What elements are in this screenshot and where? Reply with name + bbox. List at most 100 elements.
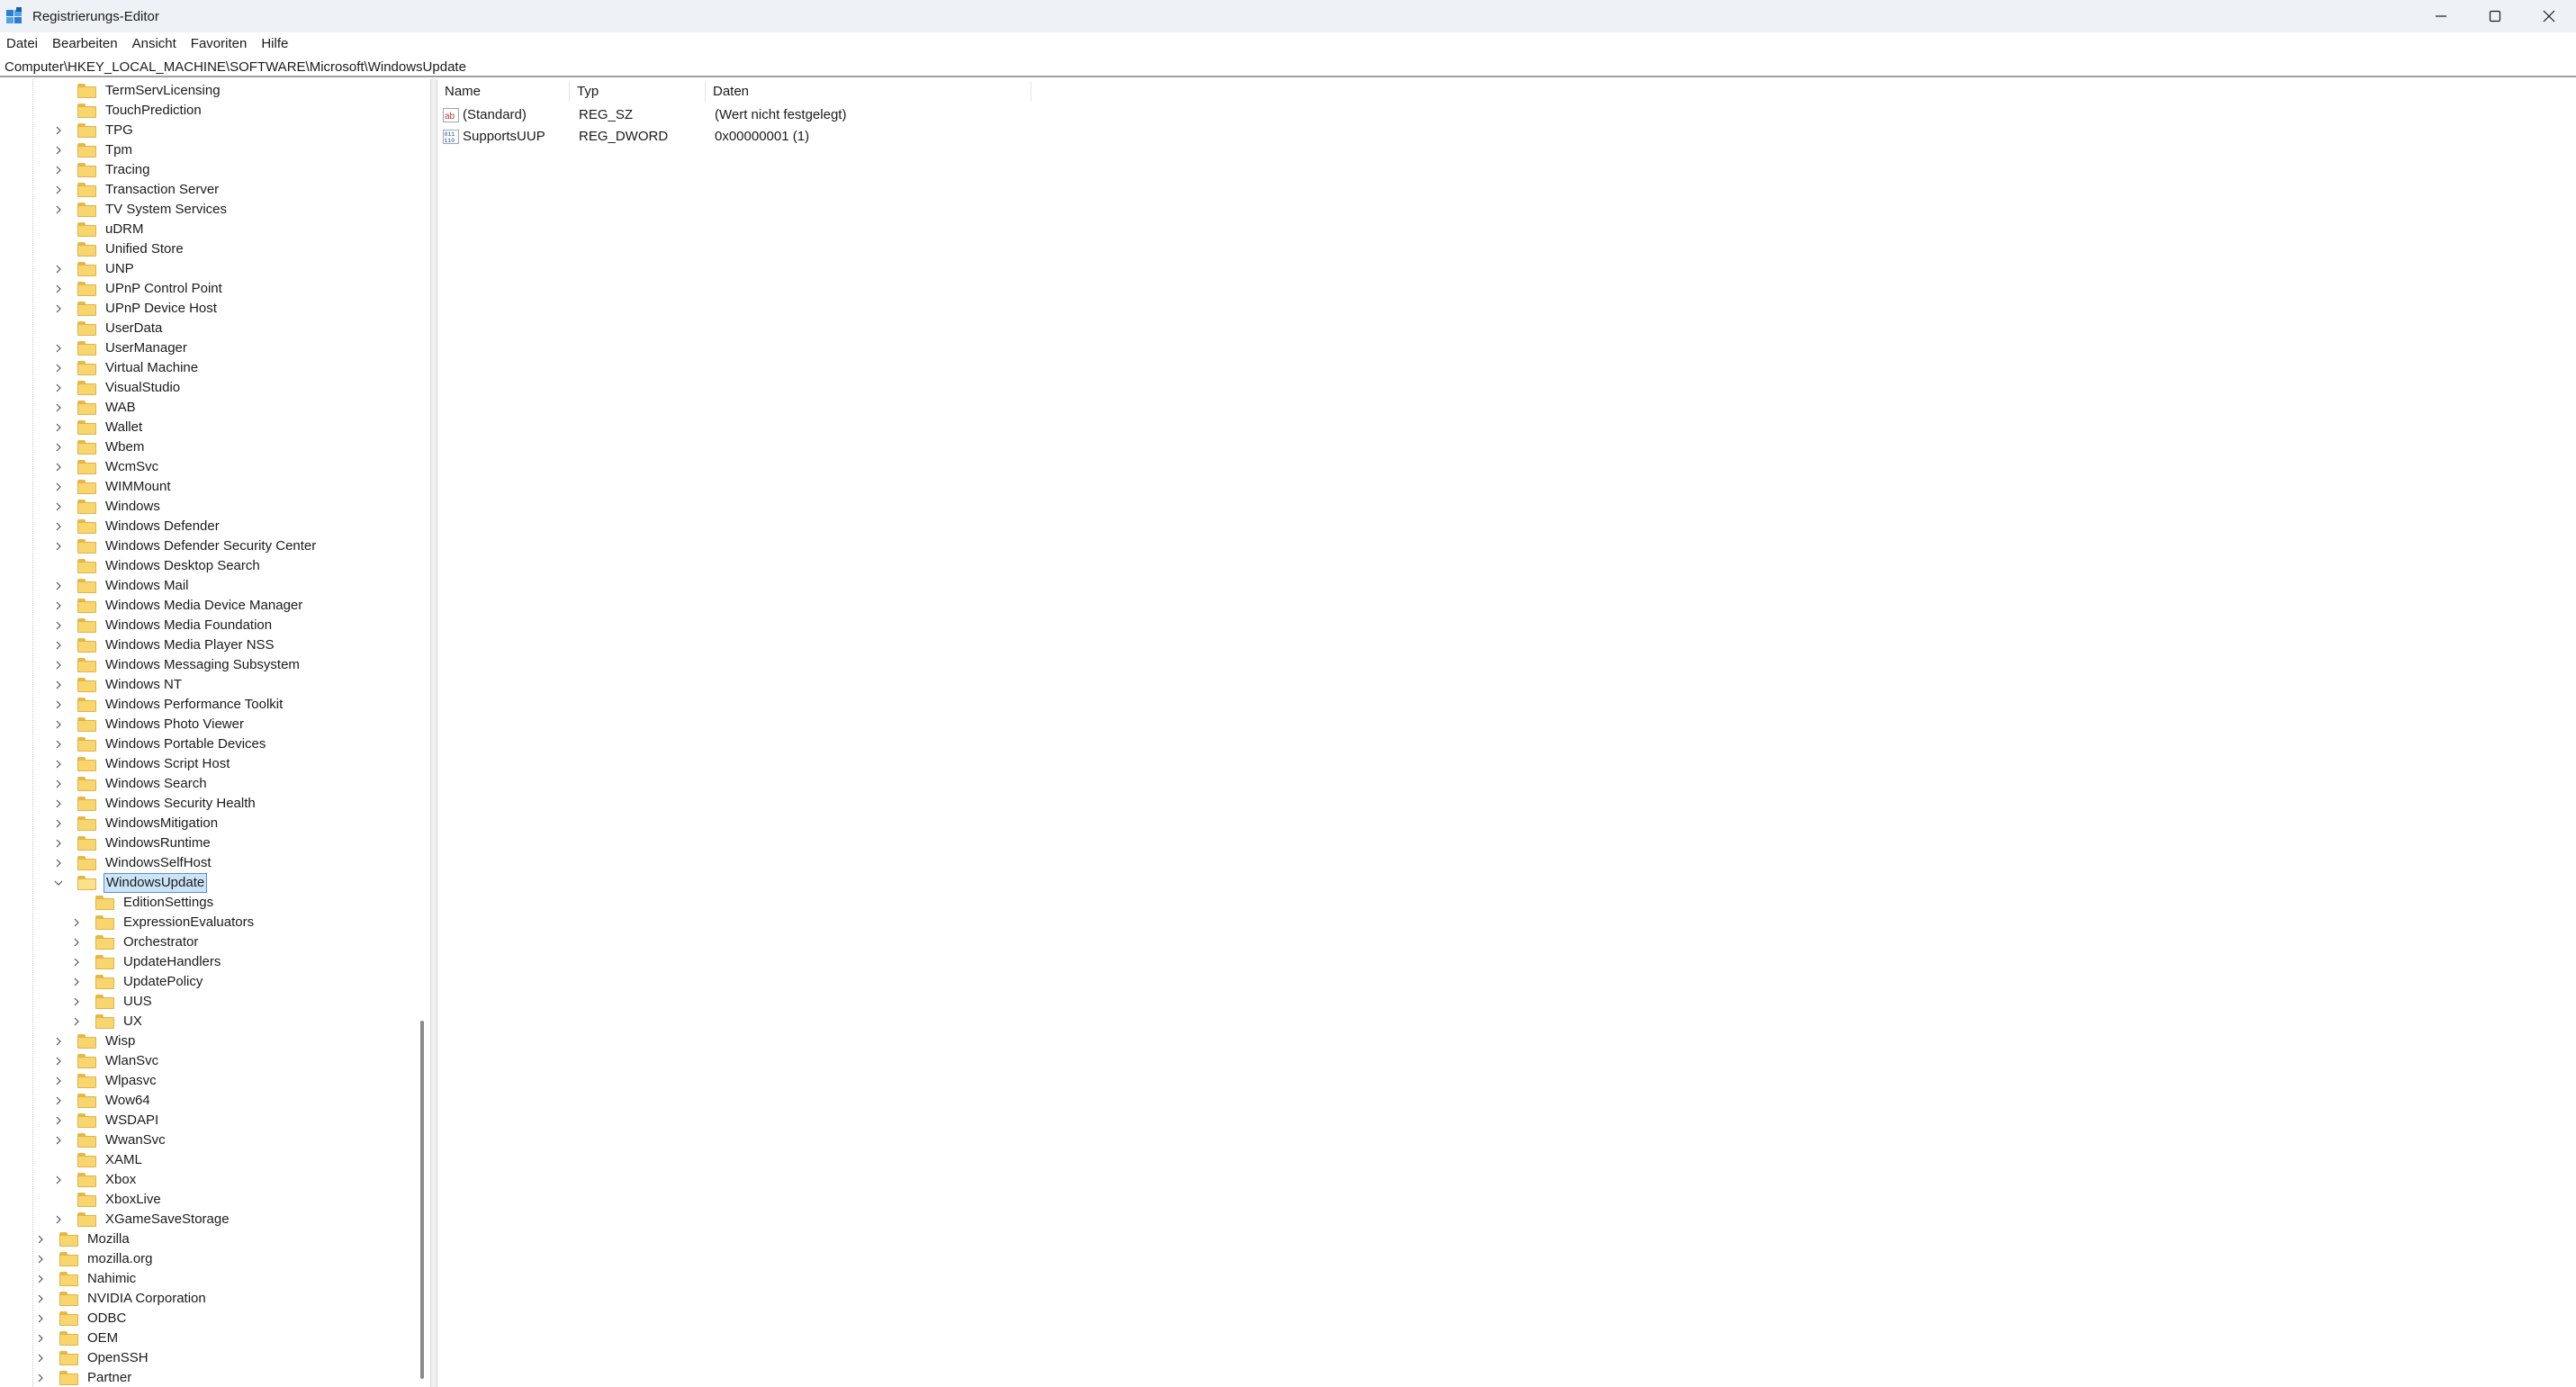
tree-item[interactable]: TV System Services [0, 200, 423, 220]
column-header-name[interactable]: Name [437, 82, 570, 102]
expand-chevron-icon[interactable] [53, 284, 64, 294]
expand-chevron-icon[interactable] [71, 937, 82, 948]
tree-item[interactable]: Windows Mail [0, 576, 423, 596]
tree-item[interactable]: UPnP Device Host [0, 299, 423, 319]
tree-item[interactable]: Partner [0, 1368, 423, 1387]
close-button[interactable] [2522, 0, 2576, 32]
tree-item[interactable]: mozilla.org [0, 1249, 423, 1269]
expand-chevron-icon[interactable] [35, 1313, 46, 1324]
tree-item[interactable]: OpenSSH [0, 1348, 423, 1368]
minimize-button[interactable] [2414, 0, 2468, 32]
registry-key-tree[interactable]: TermServLicensing TouchPrediction TPG Tpm Tr… [0, 79, 423, 1387]
tree-item[interactable]: EditionSettings [0, 893, 423, 913]
tree-item[interactable]: UX [0, 1012, 423, 1031]
tree-item[interactable]: WindowsSelfHost [0, 853, 423, 873]
expand-chevron-icon[interactable] [35, 1373, 46, 1383]
expand-chevron-icon[interactable] [53, 581, 64, 591]
tree-item[interactable]: UpdatePolicy [0, 972, 423, 992]
expand-chevron-icon[interactable] [53, 779, 64, 789]
tree-item[interactable]: XboxLive [0, 1190, 423, 1210]
tree-item[interactable]: Windows Media Player NSS [0, 635, 423, 655]
expand-chevron-icon[interactable] [53, 699, 64, 710]
expand-chevron-icon[interactable] [53, 858, 64, 869]
menu-datei[interactable]: Datei [0, 32, 46, 56]
column-header-type[interactable]: Typ [570, 82, 706, 102]
tree-item[interactable]: UserData [0, 319, 423, 338]
tree-item[interactable]: WindowsRuntime [0, 833, 423, 853]
tree-item[interactable]: Windows Search [0, 774, 423, 794]
expand-chevron-icon[interactable] [35, 1333, 46, 1344]
expand-chevron-icon[interactable] [53, 798, 64, 809]
value-row[interactable]: 011 110 SupportsUUP REG_DWORD 0x00000001 (1) [437, 126, 2508, 148]
expand-chevron-icon[interactable] [53, 204, 64, 215]
tree-item[interactable]: TermServLicensing [0, 81, 423, 101]
tree-item[interactable]: Windows [0, 497, 423, 517]
tree-item[interactable]: Unified Store [0, 239, 423, 259]
expand-chevron-icon[interactable] [53, 818, 64, 829]
expand-chevron-icon[interactable] [53, 660, 64, 671]
tree-item[interactable]: Windows Defender Security Center [0, 536, 423, 556]
expand-chevron-icon[interactable] [53, 165, 64, 176]
tree-item[interactable]: WwanSvc [0, 1130, 423, 1150]
expand-chevron-icon[interactable] [53, 482, 64, 492]
tree-scrollbar[interactable] [410, 79, 424, 1387]
expand-chevron-icon[interactable] [53, 462, 64, 473]
tree-item[interactable]: Tracing [0, 160, 423, 180]
tree-item[interactable]: Windows Photo Viewer [0, 715, 423, 734]
title-bar[interactable]: Registrierungs-Editor [0, 0, 2576, 32]
expand-chevron-icon[interactable] [53, 1095, 64, 1106]
tree-item[interactable]: Wow64 [0, 1091, 423, 1111]
expand-chevron-icon[interactable] [71, 996, 82, 1007]
expand-chevron-icon[interactable] [53, 422, 64, 433]
tree-item[interactable]: VisualStudio [0, 378, 423, 398]
expand-chevron-icon[interactable] [53, 145, 64, 156]
tree-item[interactable]: UpdateHandlers [0, 952, 423, 972]
pane-splitter[interactable] [430, 79, 437, 1387]
expand-chevron-icon[interactable] [53, 541, 64, 552]
collapse-chevron-icon[interactable] [53, 878, 64, 888]
menu-favoriten[interactable]: Favoriten [185, 32, 256, 56]
expand-chevron-icon[interactable] [53, 759, 64, 770]
expand-chevron-icon[interactable] [53, 680, 64, 690]
expand-chevron-icon[interactable] [53, 1135, 64, 1146]
tree-item[interactable]: Nahimic [0, 1269, 423, 1289]
menu-hilfe[interactable]: Hilfe [255, 32, 296, 56]
expand-chevron-icon[interactable] [71, 957, 82, 968]
tree-item[interactable]: Windows Media Device Manager [0, 596, 423, 616]
expand-chevron-icon[interactable] [53, 402, 64, 413]
expand-chevron-icon[interactable] [53, 838, 64, 849]
tree-item[interactable]: WIMMount [0, 477, 423, 497]
expand-chevron-icon[interactable] [53, 1056, 64, 1067]
tree-item[interactable]: Virtual Machine [0, 358, 423, 378]
tree-item[interactable]: TouchPrediction [0, 101, 423, 121]
expand-chevron-icon[interactable] [35, 1293, 46, 1304]
menu-bearbeiten[interactable]: Bearbeiten [46, 32, 126, 56]
expand-chevron-icon[interactable] [53, 620, 64, 631]
expand-chevron-icon[interactable] [53, 739, 64, 750]
tree-item[interactable]: WlanSvc [0, 1051, 423, 1071]
expand-chevron-icon[interactable] [35, 1353, 46, 1364]
expand-chevron-icon[interactable] [53, 303, 64, 314]
expand-chevron-icon[interactable] [71, 977, 82, 987]
tree-item[interactable]: NVIDIA Corporation [0, 1289, 423, 1309]
tree-item[interactable]: ExpressionEvaluators [0, 913, 423, 932]
column-header-data[interactable]: Daten [706, 82, 1031, 102]
expand-chevron-icon[interactable] [53, 501, 64, 512]
tree-item[interactable]: XAML [0, 1150, 423, 1170]
expand-chevron-icon[interactable] [53, 264, 64, 275]
tree-item[interactable]: Wisp [0, 1031, 423, 1051]
tree-item[interactable]: uDRM [0, 220, 423, 239]
tree-item[interactable]: UserManager [0, 338, 423, 358]
tree-item[interactable]: Windows Media Foundation [0, 616, 423, 635]
expand-chevron-icon[interactable] [53, 363, 64, 374]
tree-item[interactable]: UUS [0, 992, 423, 1012]
expand-chevron-icon[interactable] [53, 640, 64, 651]
expand-chevron-icon[interactable] [53, 185, 64, 195]
tree-item[interactable]: ODBC [0, 1309, 423, 1328]
tree-item[interactable]: WSDAPI [0, 1111, 423, 1130]
expand-chevron-icon[interactable] [53, 1214, 64, 1225]
tree-item[interactable]: WcmSvc [0, 457, 423, 477]
tree-item[interactable]: Windows NT [0, 675, 423, 695]
expand-chevron-icon[interactable] [53, 1115, 64, 1126]
expand-chevron-icon[interactable] [53, 1036, 64, 1047]
